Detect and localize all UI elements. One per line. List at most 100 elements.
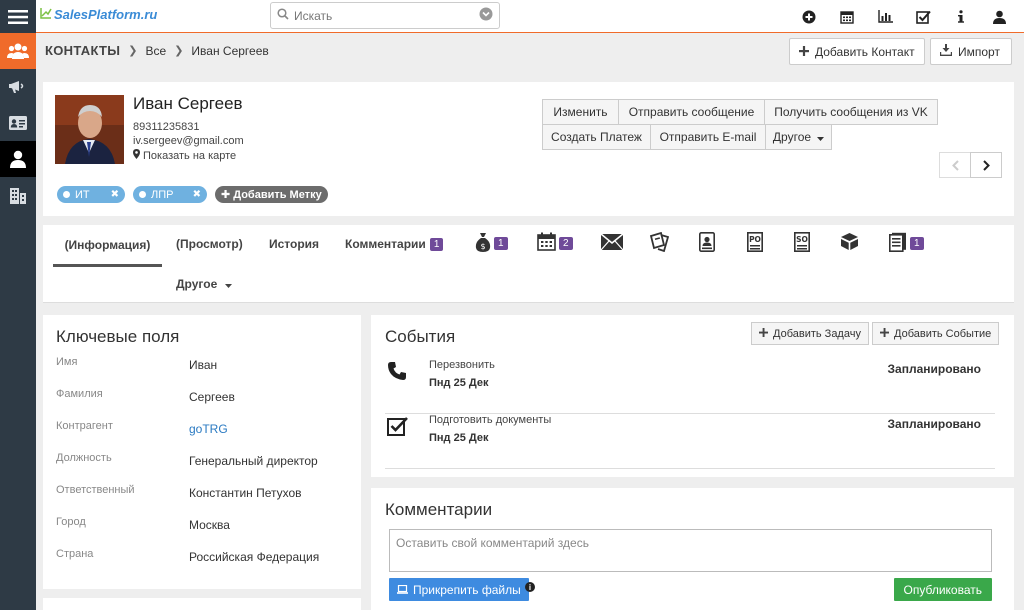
field-value: Генеральный директор xyxy=(189,454,318,468)
previous-record-button[interactable] xyxy=(939,152,971,178)
tab-purchase-orders[interactable]: PO xyxy=(747,231,763,255)
chevron-right-icon: ❯ xyxy=(174,45,184,57)
breadcrumb: КОНТАКТЫ ❯ Все ❯ Иван Сергеев xyxy=(45,43,269,58)
field-label: Город xyxy=(56,516,86,528)
breadcrumb-module[interactable]: КОНТАКТЫ xyxy=(45,43,120,58)
sidebar-item-contacts[interactable] xyxy=(0,141,36,177)
info-icon[interactable] xyxy=(942,0,980,33)
add-task-button[interactable]: Добавить Задачу xyxy=(751,322,869,345)
sidebar-item-groups[interactable] xyxy=(0,33,36,69)
add-contact-button[interactable]: Добавить Контакт xyxy=(789,38,925,65)
remove-tag-icon[interactable]: ✖ xyxy=(111,189,119,200)
tab-quotes[interactable] xyxy=(699,231,715,254)
tab-documents[interactable]: 1 xyxy=(889,232,924,254)
import-button[interactable]: Импорт xyxy=(930,38,1012,65)
field-label: Контрагент xyxy=(56,420,113,432)
publish-label: Опубликовать xyxy=(903,582,982,597)
attach-files-button[interactable]: Прикрепить файлы xyxy=(389,578,529,601)
field-label: Должность xyxy=(56,452,112,464)
field-value: Российская Федерация xyxy=(189,550,320,564)
show-on-map-label: Показать на карте xyxy=(143,149,237,162)
next-record-button[interactable] xyxy=(970,152,1002,178)
tab-payments[interactable]: $ 1 xyxy=(475,232,508,254)
tag-label: ИТ xyxy=(75,188,90,201)
contact-email[interactable]: iv.sergeev@gmail.com xyxy=(133,135,244,147)
search-icon xyxy=(277,8,289,23)
breadcrumb-all[interactable]: Все xyxy=(146,44,167,58)
svg-text:PO: PO xyxy=(749,235,761,244)
money-bag-icon: $ xyxy=(475,232,491,255)
send-email-button[interactable]: Отправить E-mail xyxy=(650,124,766,150)
chevron-right-icon: ❯ xyxy=(128,45,138,57)
tag-lpr[interactable]: ЛПР ✖ xyxy=(133,186,207,203)
calendar-icon[interactable] xyxy=(828,0,866,33)
tab-tickets[interactable] xyxy=(649,231,670,254)
reports-chart-icon[interactable] xyxy=(866,0,904,33)
sidebar-item-id-card[interactable] xyxy=(0,105,36,141)
info-icon[interactable]: i xyxy=(525,582,535,592)
contact-name: Иван Сергеев xyxy=(133,94,243,113)
edit-button[interactable]: Изменить xyxy=(542,99,619,125)
menu-icon[interactable] xyxy=(0,0,36,33)
so-document-icon: SO xyxy=(794,231,810,255)
svg-text:SO: SO xyxy=(796,235,808,244)
search-box[interactable] xyxy=(270,2,500,29)
payments-count-badge: 1 xyxy=(494,236,508,250)
event-status: Запланировано xyxy=(887,417,982,431)
app-logo[interactable]: SalesPlatform.ru xyxy=(40,7,157,22)
sidebar xyxy=(0,0,36,610)
tab-products[interactable] xyxy=(840,232,859,254)
create-payment-button[interactable]: Создать Платеж xyxy=(542,124,651,150)
calendar-count-badge: 2 xyxy=(559,236,573,250)
record-pager xyxy=(939,152,1002,178)
field-label: Ответственный xyxy=(56,484,135,496)
remove-tag-icon[interactable]: ✖ xyxy=(193,189,201,200)
event-name[interactable]: Подготовить документы xyxy=(429,414,551,426)
show-on-map-link[interactable]: Показать на карте xyxy=(133,149,236,162)
user-profile-icon[interactable] xyxy=(980,0,1018,33)
breadcrumb-current: Иван Сергеев xyxy=(191,43,269,58)
tab-view[interactable]: (Просмотр) xyxy=(176,229,243,259)
tab-other-label: Другое xyxy=(176,277,218,291)
tab-sales-orders[interactable]: SO xyxy=(794,231,810,255)
search-dropdown-icon[interactable] xyxy=(479,7,493,24)
tab-emails[interactable] xyxy=(600,232,624,254)
add-event-label: Добавить Событие xyxy=(894,327,992,340)
field-value: Сергеев xyxy=(189,390,235,404)
tasks-checkbox-icon[interactable] xyxy=(904,0,942,33)
add-tag-button[interactable]: ✚ Добавить Метку xyxy=(215,186,328,203)
tab-comments[interactable]: Комментарии 1 xyxy=(345,229,444,259)
tab-information[interactable]: (Информация) xyxy=(53,225,162,267)
search-input[interactable] xyxy=(294,8,479,23)
tab-other-dropdown[interactable]: Другое xyxy=(176,269,233,299)
get-vk-messages-label: Получить сообщения из VK xyxy=(774,105,928,119)
field-value: Константин Петухов xyxy=(189,486,302,500)
po-document-icon: PO xyxy=(747,231,763,255)
add-tag-label: Добавить Метку xyxy=(233,188,322,201)
sidebar-item-organizations[interactable] xyxy=(0,177,36,213)
add-circle-icon[interactable] xyxy=(790,0,828,33)
key-fields-panel: Ключевые поля Имя Иван Фамилия Сергеев К… xyxy=(43,315,361,589)
event-name[interactable]: Перезвонить xyxy=(429,359,495,371)
checkbox-icon xyxy=(387,416,409,439)
event-row[interactable]: Перезвонить Пнд 25 Дек Запланировано xyxy=(385,359,995,414)
event-status: Запланировано xyxy=(887,362,982,376)
get-vk-messages-button[interactable]: Получить сообщения из VK xyxy=(764,99,938,125)
sidebar-item-marketing[interactable] xyxy=(0,69,36,105)
record-tabs: (Информация) (Просмотр) История Коммента… xyxy=(43,225,1014,303)
tab-history[interactable]: История xyxy=(269,229,319,259)
account-link[interactable]: goTRG xyxy=(189,422,228,436)
comment-textarea[interactable] xyxy=(389,529,992,572)
tab-calendar[interactable]: 2 xyxy=(537,232,573,254)
plus-icon xyxy=(759,327,768,340)
field-label: Фамилия xyxy=(56,388,103,400)
contact-phone[interactable]: 89311235831 xyxy=(133,121,199,133)
add-event-button[interactable]: Добавить Событие xyxy=(872,322,1000,345)
event-row[interactable]: Подготовить документы Пнд 25 Дек Заплани… xyxy=(385,414,995,469)
publish-button[interactable]: Опубликовать xyxy=(893,578,992,601)
contact-avatar[interactable] xyxy=(55,95,124,164)
event-date: Пнд 25 Дек xyxy=(429,377,489,389)
other-actions-dropdown[interactable]: Другое xyxy=(765,124,832,150)
tag-it[interactable]: ИТ ✖ xyxy=(57,186,125,203)
send-message-button[interactable]: Отправить сообщение xyxy=(618,99,765,125)
